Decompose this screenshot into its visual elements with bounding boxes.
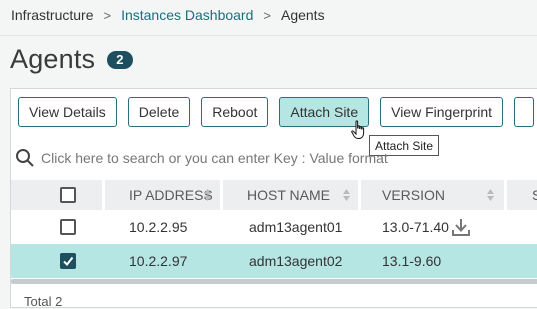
ip-address-cell: 10.2.2.95 [129,219,188,235]
count-badge: 2 [107,50,133,69]
delete-button[interactable]: Delete [127,97,191,127]
reboot-button[interactable]: Reboot [201,97,269,127]
version-cell: 13.0-71.40 [382,210,471,244]
select-all-checkbox[interactable] [60,187,76,203]
column-header-s[interactable]: S [532,180,537,210]
sort-icon[interactable] [487,189,494,201]
version-cell: 13.1-9.60 [382,253,442,269]
sort-icon[interactable] [204,189,211,201]
column-separator [220,180,223,210]
search-icon [16,149,34,167]
view-details-button[interactable]: View Details [18,97,117,127]
horizontal-scrollbar[interactable] [11,279,537,284]
breadcrumb-instances-dashboard[interactable]: Instances Dashboard [121,7,253,23]
breadcrumb-infrastructure[interactable]: Infrastructure [11,7,93,23]
title-row: Agents 2 [10,44,133,75]
column-header-host-name[interactable]: HOST NAME [247,180,330,210]
search-input[interactable]: Click here to search or you can enter Ke… [41,150,388,166]
version-text: 13.0-71.40 [382,219,449,235]
table-row[interactable]: 10.2.2.97 adm13agent02 13.1-9.60 [11,244,537,278]
ip-address-cell: 10.2.2.97 [129,253,188,269]
host-name-cell: adm13agent01 [249,219,343,235]
more-actions-button[interactable] [514,97,535,127]
breadcrumb: Infrastructure > Instances Dashboard > A… [11,6,325,24]
column-header-version[interactable]: VERSION [382,180,445,210]
header-divider [0,35,537,36]
download-icon[interactable] [451,217,471,237]
check-icon [63,256,74,267]
hand-cursor-icon [351,120,365,139]
column-separator [358,180,361,210]
column-separator [504,180,507,210]
host-name-cell: adm13agent02 [249,253,343,269]
sort-icon[interactable] [343,189,350,201]
view-fingerprint-button[interactable]: View Fingerprint [380,97,504,127]
breadcrumb-separator: > [263,7,271,23]
table-header: IP ADDRESS HOST NAME VERSION S [11,180,537,210]
column-header-ip-address[interactable]: IP ADDRESS [129,180,213,210]
page-title: Agents [10,44,96,74]
row-checkbox[interactable] [60,253,76,269]
breadcrumb-separator: > [103,7,112,23]
table-row[interactable]: 10.2.2.95 adm13agent01 13.0-71.40 [11,210,537,244]
column-separator [102,180,105,210]
breadcrumb-agents: Agents [280,7,325,23]
row-checkbox[interactable] [60,219,76,235]
search-bar[interactable]: Click here to search or you can enter Ke… [11,145,388,171]
total-count: Total 2 [24,294,63,309]
toolbar: View Details Delete Reboot Attach Site V… [18,97,535,127]
